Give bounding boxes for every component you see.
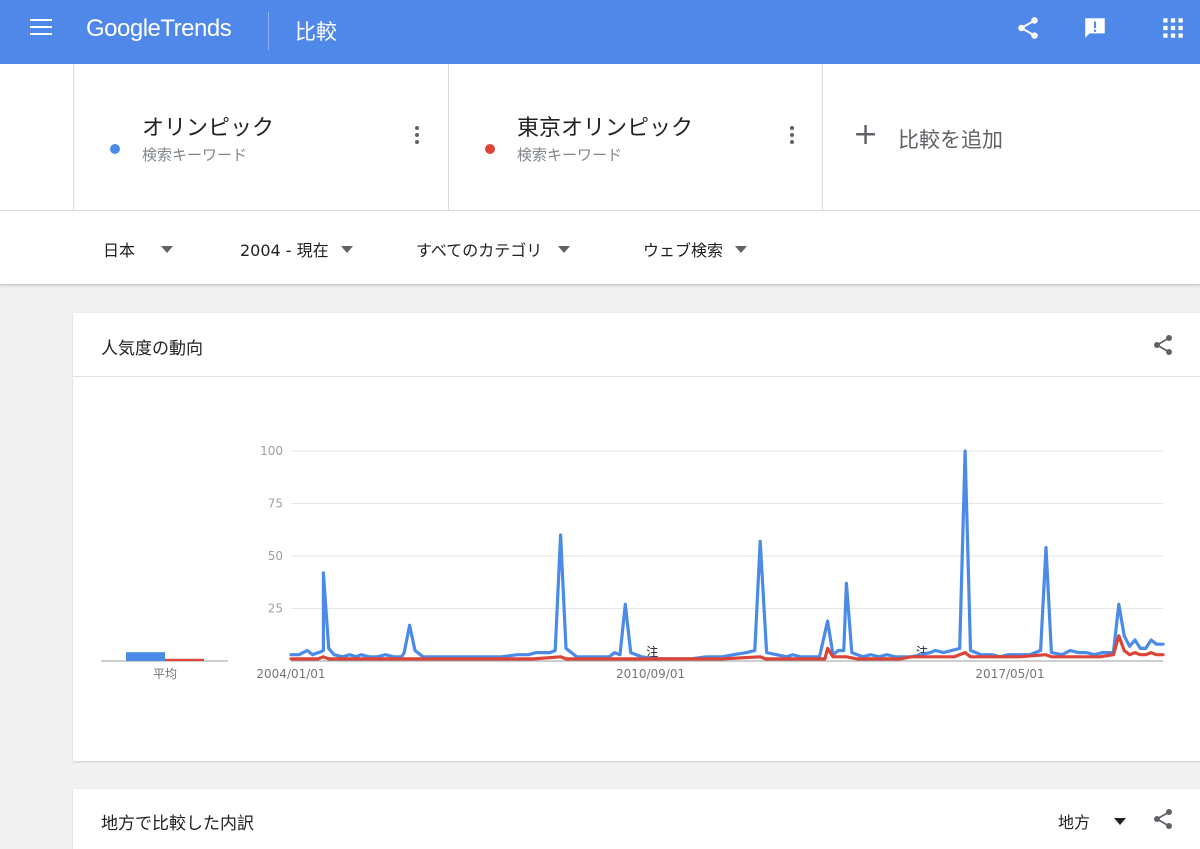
share-icon[interactable] xyxy=(1015,15,1041,41)
x-tick-label: 2017/05/01 xyxy=(975,667,1044,681)
series-line-1 xyxy=(289,449,1165,661)
regional-breakdown-card: 地方で比較した内訳 地方 xyxy=(73,789,1200,849)
logo-google-text: Google xyxy=(86,15,161,42)
add-comparison-label: 比較を追加 xyxy=(898,128,1003,152)
region-filter[interactable]: 日本 xyxy=(103,237,174,261)
term-color-dot xyxy=(485,144,495,154)
y-tick-label: 25 xyxy=(268,602,283,616)
apps-icon[interactable] xyxy=(1160,15,1186,41)
trend-line-chart[interactable]: 2550751002004/01/01 2010/09/01 2017/05/01注… xyxy=(73,377,1200,761)
appbar-divider xyxy=(268,12,269,50)
x-tick-label: 2010/09/01 xyxy=(616,667,685,681)
region-filter-label: 日本 xyxy=(103,241,136,260)
app-bar: GoogleTrends 比較 xyxy=(0,0,1200,64)
add-icon: + xyxy=(853,117,879,152)
avg-bar-1 xyxy=(126,652,165,661)
y-tick-label: 100 xyxy=(260,444,283,458)
page-title: 比較 xyxy=(295,20,337,44)
category-filter[interactable]: すべてのカテゴリ xyxy=(416,237,571,261)
term-name[interactable]: 東京オリンピック xyxy=(517,110,693,142)
add-comparison-button[interactable]: + 比較を追加 xyxy=(822,64,1200,211)
term-color-dot xyxy=(110,144,120,154)
avg-bar-2 xyxy=(165,658,204,661)
x-tick-label: 2004/01/01 xyxy=(256,667,325,681)
card-title: 地方で比較した内訳 xyxy=(101,814,254,834)
google-trends-logo[interactable]: GoogleTrends xyxy=(86,14,232,43)
term-card-2[interactable]: 東京オリンピック 検索キーワード xyxy=(448,64,823,211)
region-level-select[interactable]: 地方 xyxy=(1058,809,1127,833)
avg-label: 平均 xyxy=(153,667,177,681)
menu-icon[interactable] xyxy=(30,19,52,37)
compare-terms-row: オリンピック 検索キーワード 東京オリンピック 検索キーワード + 比較を追加 xyxy=(0,64,1200,211)
dropdown-arrow-icon xyxy=(340,245,353,253)
region-level-label: 地方 xyxy=(1058,813,1091,832)
filter-bar: 日本 2004 - 現在 すべてのカテゴリ ウェブ検索 xyxy=(0,211,1200,285)
dropdown-arrow-icon xyxy=(1114,817,1127,825)
search-type-filter[interactable]: ウェブ検索 xyxy=(643,237,748,261)
share-icon[interactable] xyxy=(1151,807,1175,831)
y-tick-label: 50 xyxy=(268,549,283,563)
card-header: 人気度の動向 xyxy=(73,313,1200,377)
more-vert-icon[interactable] xyxy=(782,126,802,148)
term-card-1[interactable]: オリンピック 検索キーワード xyxy=(73,64,449,211)
share-icon[interactable] xyxy=(1151,333,1175,357)
term-type: 検索キーワード xyxy=(142,146,248,164)
more-vert-icon[interactable] xyxy=(407,126,427,148)
y-tick-label: 75 xyxy=(268,497,283,511)
term-type: 検索キーワード xyxy=(517,146,623,164)
dropdown-arrow-icon xyxy=(558,245,571,253)
logo-trends-text: Trends xyxy=(160,15,232,42)
term-name[interactable]: オリンピック xyxy=(142,110,274,142)
category-filter-label: すべてのカテゴリ xyxy=(416,241,543,260)
card-title: 人気度の動向 xyxy=(101,339,203,359)
dropdown-arrow-icon xyxy=(161,245,174,253)
dropdown-arrow-icon xyxy=(735,245,748,253)
feedback-icon[interactable] xyxy=(1082,15,1108,41)
time-filter-label: 2004 - 現在 xyxy=(240,241,329,260)
interest-over-time-card: 人気度の動向 25 50 75 100 2004/01/01 2010/09/01 2017… xyxy=(73,313,1200,761)
time-filter[interactable]: 2004 - 現在 xyxy=(240,237,353,261)
search-type-filter-label: ウェブ検索 xyxy=(643,241,724,260)
